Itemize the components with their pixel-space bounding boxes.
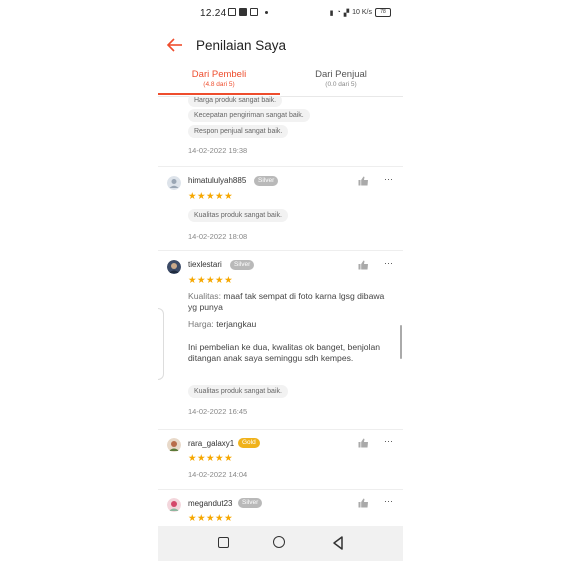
tag-chip: Harga produk sangat baik.: [188, 96, 283, 107]
tab-label: Dari Penjual: [315, 69, 367, 80]
avatar: [167, 260, 181, 274]
app-icon: [250, 8, 258, 16]
thumbs-up-icon[interactable]: [358, 260, 369, 270]
message-icon: [228, 8, 236, 16]
circle-icon: [273, 536, 285, 548]
review-date: 14-02-2022 16:45: [188, 407, 248, 416]
avatar: [167, 176, 181, 190]
thumbs-up-icon[interactable]: [358, 498, 369, 508]
review-card: himatululyah885 Silver ⋯ ★★★★★ Kualitas …: [158, 166, 403, 251]
back-triangle-icon[interactable]: [330, 535, 346, 551]
price-label: Harga:: [188, 319, 214, 329]
home-button[interactable]: [272, 535, 288, 551]
tab-from-seller[interactable]: Dari Penjual (0.0 dari 5): [280, 69, 402, 88]
member-badge: Silver: [230, 260, 255, 270]
tab-sub: (4.8 dari 5): [203, 81, 235, 88]
signal-icon: ▞: [343, 9, 350, 17]
notification-icons: [228, 8, 268, 16]
scrollbar[interactable]: [400, 325, 402, 359]
vibrate-icon: ▮: [329, 9, 334, 17]
recent-apps-button[interactable]: [216, 535, 232, 551]
tab-label: Dari Pembeli: [191, 69, 247, 80]
price-review: Harga: terjangkau: [188, 319, 388, 330]
member-badge: Gold: [238, 438, 260, 448]
username[interactable]: megandut23: [188, 499, 232, 508]
price-text: terjangkau: [216, 319, 257, 329]
quality-label: Kualitas:: [188, 291, 221, 301]
wifi-icon: ◔: [336, 9, 341, 16]
review-date: 14-02-2022 19:38: [188, 146, 248, 155]
review-card: tiexlestari Silver ⋯ ★★★★★ Kualitas: maa…: [158, 250, 403, 430]
status-bar: 12.24 ▮ ◔ ▞ 10 K/s 78: [158, 0, 403, 26]
avatar: [167, 498, 181, 512]
net-speed: 10 K/s: [352, 9, 372, 16]
tab-sub: (0.0 dari 5): [325, 81, 357, 88]
more-options-icon[interactable]: ⋯: [384, 436, 394, 447]
member-badge: Silver: [238, 498, 263, 508]
more-options-icon[interactable]: ⋯: [384, 174, 394, 185]
username[interactable]: rara_galaxy1: [188, 439, 234, 448]
tag-chip: Kualitas produk sangat baik.: [188, 209, 288, 222]
review-card: rara_galaxy1 Gold ⋯ ★★★★★ 14-02-2022 14:…: [158, 429, 403, 490]
review-date: 14-02-2022 18:08: [188, 232, 248, 241]
review-card: megandut23 Silver ⋯ ★★★★★: [158, 489, 403, 526]
tab-indicator: [158, 93, 280, 95]
tag-chip: Kualitas produk sangat baik.: [188, 385, 288, 398]
tag-chip: Respon penjual sangat baik.: [188, 125, 289, 138]
app-header: Penilaian Saya: [158, 26, 403, 66]
star-rating: ★★★★★: [188, 191, 234, 202]
status-time: 12.24: [200, 8, 227, 19]
system-nav-bar: [158, 526, 403, 561]
back-arrow-icon[interactable]: [166, 36, 184, 54]
thumbs-up-icon[interactable]: [358, 438, 369, 448]
review-feed[interactable]: Harga produk sangat baik. Kecepatan peng…: [158, 96, 403, 526]
more-options-icon[interactable]: ⋯: [384, 496, 394, 507]
more-options-icon[interactable]: ⋯: [384, 258, 394, 269]
username[interactable]: tiexlestari: [188, 260, 222, 269]
member-badge: Silver: [254, 176, 279, 186]
square-icon: [218, 537, 229, 548]
thumbs-up-icon[interactable]: [358, 176, 369, 186]
page-title: Penilaian Saya: [196, 38, 287, 53]
quality-review: Kualitas: maaf tak sempat di foto karna …: [188, 291, 388, 313]
tab-from-buyer[interactable]: Dari Pembeli (4.8 dari 5): [158, 69, 280, 88]
tag-chip: Kecepatan pengiriman sangat baik.: [188, 109, 310, 122]
battery-icon: 78: [375, 8, 391, 17]
star-rating: ★★★★★: [188, 275, 234, 286]
username[interactable]: himatululyah885: [188, 176, 246, 185]
review-comment: Ini pembelian ke dua, kwalitas ok banget…: [188, 342, 381, 363]
review-date: 14-02-2022 14:04: [188, 470, 248, 479]
more-notifications-icon: [265, 10, 268, 14]
phone-screen: 12.24 ▮ ◔ ▞ 10 K/s 78 Penilaian Saya Dar…: [158, 0, 403, 561]
edge-handle: [158, 308, 164, 380]
system-icons: ▮ ◔ ▞ 10 K/s 78: [330, 8, 391, 17]
star-rating: ★★★★★: [188, 453, 234, 464]
rating-tabs: Dari Pembeli (4.8 dari 5) Dari Penjual (…: [158, 66, 403, 97]
star-rating: ★★★★★: [188, 513, 234, 524]
review-card: Harga produk sangat baik. Kecepatan peng…: [158, 96, 403, 167]
youtube-icon: [239, 8, 247, 16]
avatar: [167, 438, 181, 452]
